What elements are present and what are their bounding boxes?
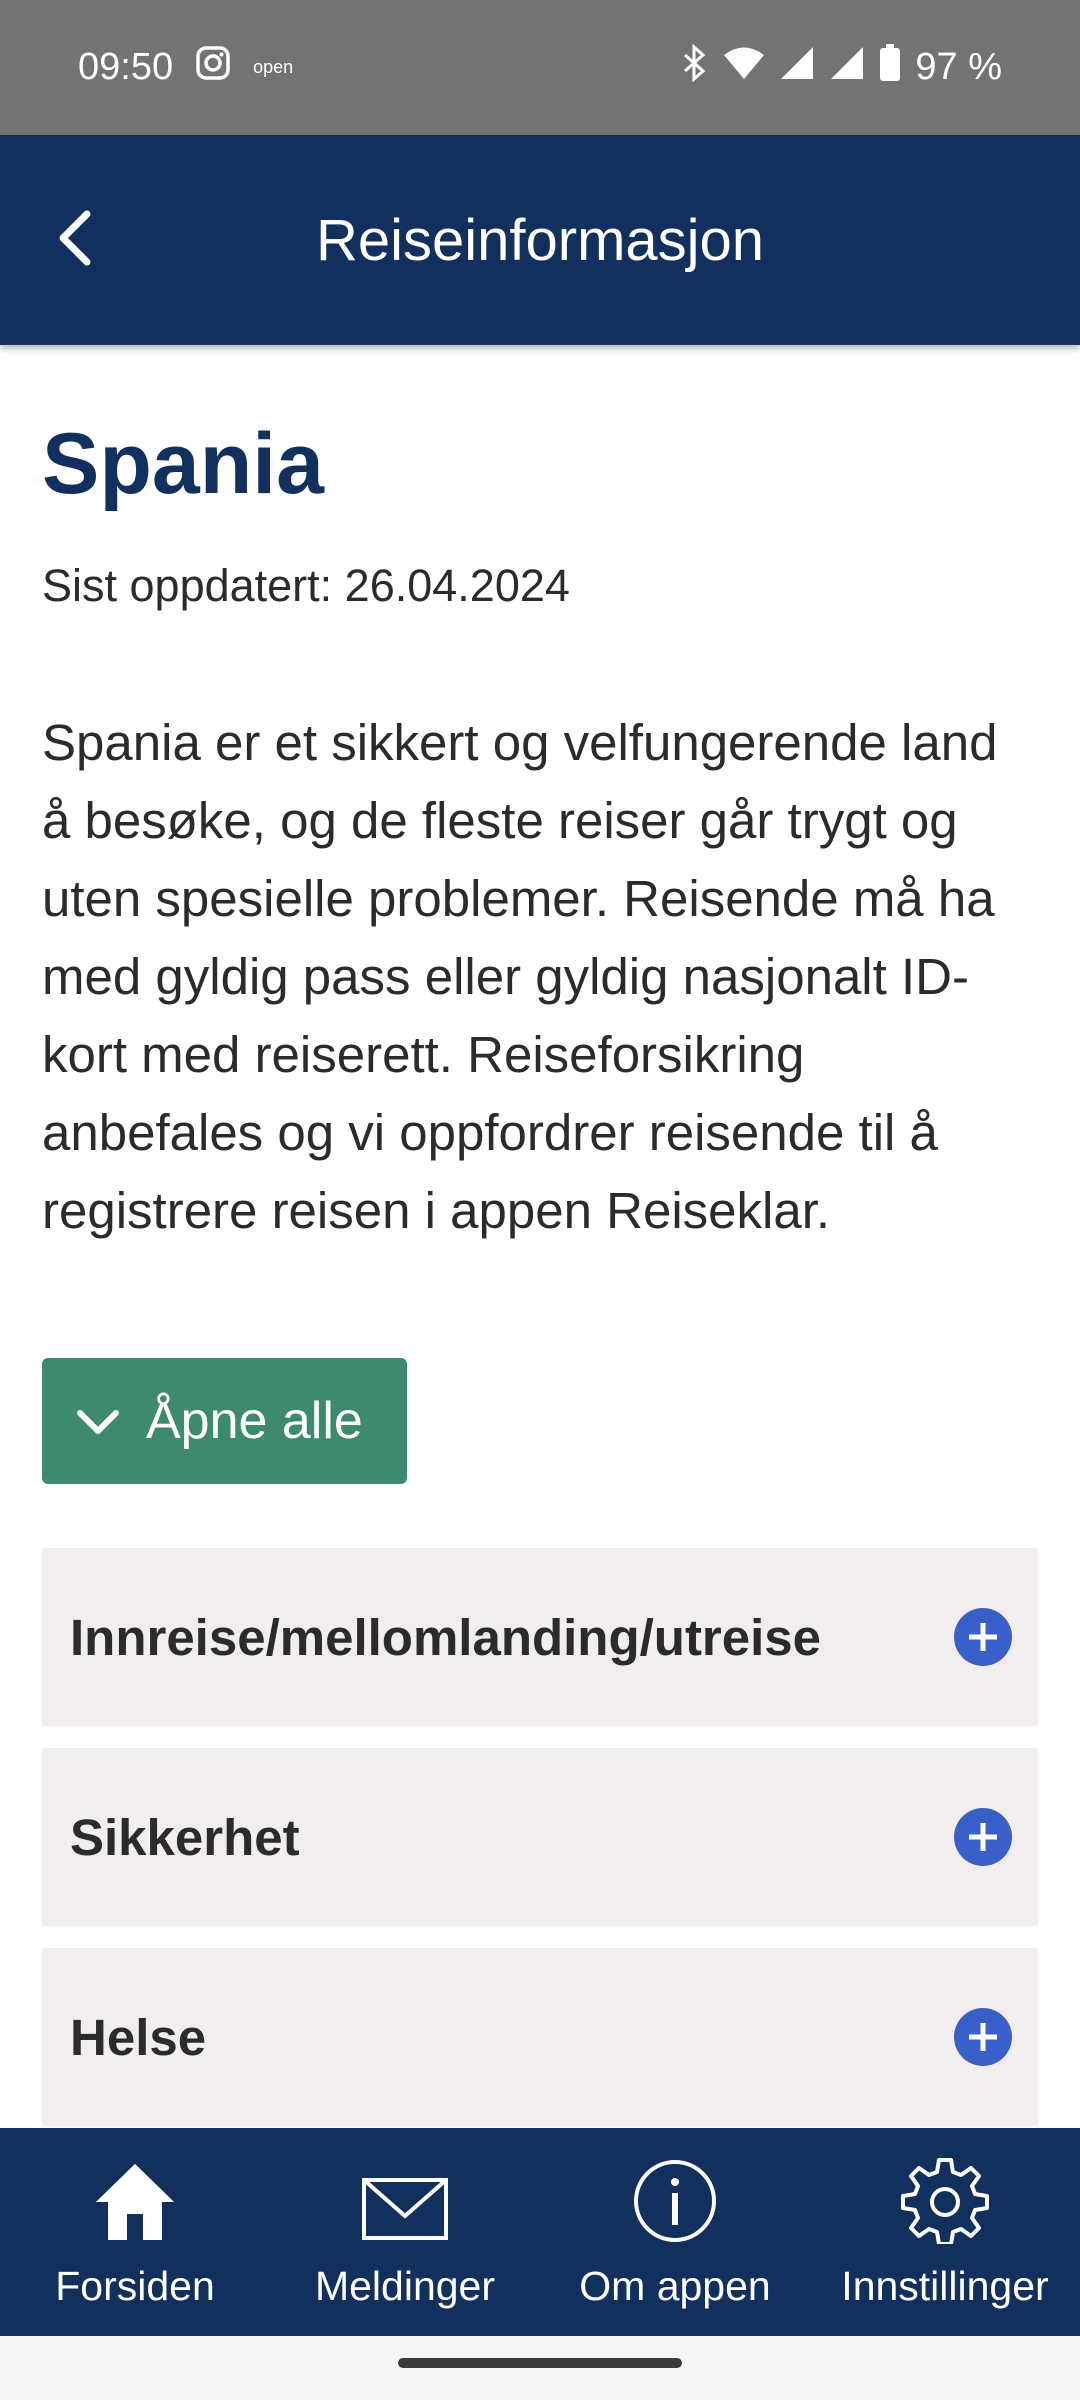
nav-label: Innstillinger bbox=[841, 2263, 1049, 2309]
bluetooth-icon bbox=[679, 43, 709, 92]
nav-item-meldinger[interactable]: Meldinger bbox=[270, 2128, 540, 2336]
chevron-down-icon bbox=[76, 1391, 120, 1451]
accordion-label: Innreise/mellomlanding/utreise bbox=[70, 1608, 822, 1666]
intro-text: Spania er et sikkert og velfungerende la… bbox=[42, 714, 998, 1239]
plus-circle-icon[interactable] bbox=[954, 2008, 1012, 2066]
back-arrow-icon bbox=[55, 208, 95, 273]
nav-label: Meldinger bbox=[314, 2263, 496, 2309]
home-icon bbox=[90, 2158, 180, 2249]
battery-icon bbox=[879, 43, 901, 92]
accordion-label: Helse bbox=[70, 2008, 207, 2066]
status-bar: 09:50 open 97 % bbox=[0, 0, 1080, 135]
content-area[interactable]: Spania Sist oppdatert: 26.04.2024 Spania… bbox=[0, 345, 1080, 2128]
bottom-nav: Forsiden Meldinger Om appen Innstillinge… bbox=[0, 2128, 1080, 2336]
page-title: Reiseinformasjon bbox=[315, 207, 765, 273]
home-gesture-bar[interactable] bbox=[398, 2358, 682, 2368]
country-title: Spania bbox=[42, 416, 324, 512]
wifi-icon bbox=[723, 46, 765, 90]
open-label: open bbox=[253, 57, 294, 77]
plus-circle-icon[interactable] bbox=[954, 1808, 1012, 1866]
accordion-item-sikkerhet[interactable]: Sikkerhet bbox=[42, 1748, 1038, 1926]
nav-item-forsiden[interactable]: Forsiden bbox=[0, 2128, 270, 2336]
signal-icon bbox=[779, 45, 815, 91]
last-updated: Sist oppdatert: 26.04.2024 bbox=[42, 560, 570, 611]
nav-label: Om appen bbox=[579, 2263, 771, 2309]
nav-item-om-appen[interactable]: Om appen bbox=[540, 2128, 810, 2336]
expand-all-label: Åpne alle bbox=[146, 1392, 363, 1450]
accordion-item-helse[interactable]: Helse bbox=[42, 1948, 1038, 2126]
battery-level: 97 % bbox=[915, 46, 1002, 88]
instagram-icon bbox=[195, 45, 231, 91]
info-icon bbox=[632, 2158, 718, 2249]
status-time: 09:50 bbox=[78, 46, 174, 88]
mail-icon bbox=[360, 2174, 450, 2249]
accordion-item-innreise[interactable]: Innreise/mellomlanding/utreise bbox=[42, 1548, 1038, 1726]
nav-label: Forsiden bbox=[55, 2263, 215, 2309]
signal-icon bbox=[829, 45, 865, 91]
expand-all-button[interactable]: Åpne alle bbox=[42, 1358, 407, 1484]
accordion: Innreise/mellomlanding/utreise Sikkerhet… bbox=[42, 1548, 1038, 2126]
back-button[interactable] bbox=[40, 195, 110, 285]
plus-circle-icon[interactable] bbox=[954, 1608, 1012, 1666]
gesture-area bbox=[0, 2336, 1080, 2400]
accordion-label: Sikkerhet bbox=[70, 1808, 300, 1866]
gear-icon bbox=[901, 2156, 989, 2249]
nav-item-innstillinger[interactable]: Innstillinger bbox=[810, 2128, 1080, 2336]
app-header: Reiseinformasjon bbox=[0, 135, 1080, 345]
